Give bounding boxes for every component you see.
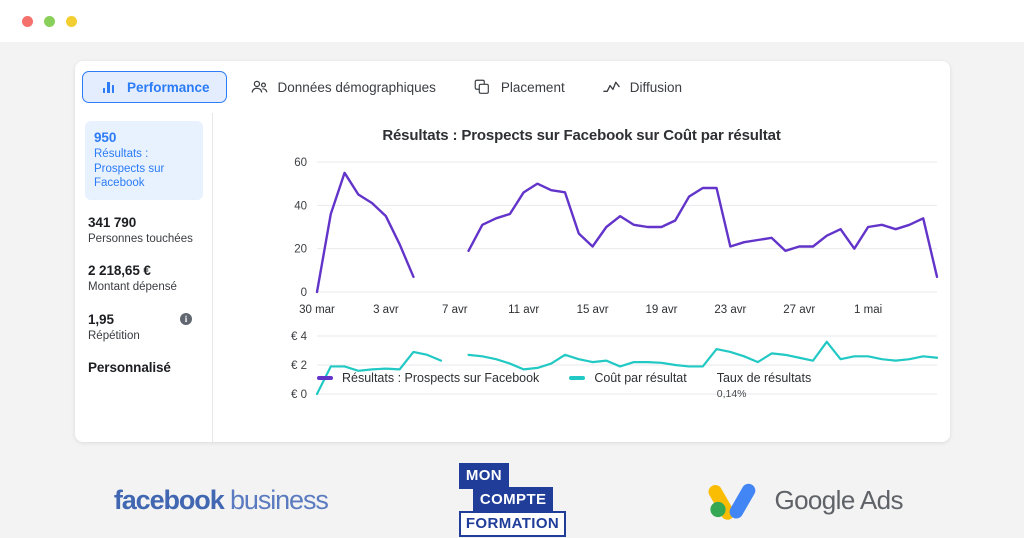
metric-frequency-label: Répétition [88, 329, 140, 342]
chart-pane: Résultats : Prospects sur Facebook sur C… [213, 113, 950, 442]
tab-demographics[interactable]: Données démographiques [236, 71, 450, 103]
window-title-bar [0, 0, 1024, 42]
result-rate-value: 0,14% [716, 388, 747, 400]
legend-label-results: Résultats : Prospects sur Facebook [342, 371, 540, 385]
mcf-line-3: FORMATION [458, 511, 567, 537]
tab-bar: Performance Données démographiques Place… [75, 61, 950, 113]
x-axis-tick-label: 11 avr [508, 304, 539, 316]
google-ads-mark-icon [705, 475, 761, 526]
line-chart-icon [602, 78, 621, 97]
y-axis-tick-label: 20 [294, 244, 307, 256]
chart-legend: Résultats : Prospects sur Facebook Coût … [213, 371, 950, 400]
mon-compte-formation-logo: MON COMPTE FORMATION [367, 463, 659, 537]
mcf-line-2: COMPTE [472, 487, 554, 513]
tab-demographics-label: Données démographiques [277, 79, 436, 95]
chart-svg[interactable]: 0204060€ 0€ 2€ 430 mar 3 avr 7 avr 11 avr 15… [213, 154, 950, 404]
tab-diffusion-label: Diffusion [629, 79, 682, 95]
x-axis-tick-label: 30 mar [299, 304, 335, 316]
info-icon[interactable]: i [180, 312, 192, 325]
metric-custom[interactable]: Personnalisé [88, 359, 206, 376]
x-axis-tick-label: 15 avr [577, 304, 609, 316]
x-axis-tick-label: 27 avr [783, 304, 815, 316]
facebook-business-logo: facebook business [75, 485, 367, 516]
tab-performance[interactable]: Performance [82, 71, 227, 103]
y-axis-tick-label: 0 [301, 287, 307, 299]
people-icon [250, 78, 269, 97]
legend-label-cost: Coût par résultat [594, 371, 687, 385]
metric-results-label: Résultats : Prospects sur Facebook [94, 148, 165, 189]
x-axis-tick-label: 19 avr [645, 304, 677, 316]
partner-logos: facebook business MON COMPTE FORMATION G… [75, 462, 950, 538]
metric-results[interactable]: 950 Résultats : Prospects sur Facebook [85, 121, 203, 200]
legend-swatch-cost [569, 376, 586, 380]
performance-card: Performance Données démographiques Place… [75, 61, 950, 442]
metric-amount-spent-value: 2 218,65 € [88, 263, 151, 278]
metric-amount-spent-label: Montant dépensé [88, 281, 177, 293]
legend-swatch-results [317, 376, 333, 380]
metric-reach[interactable]: 341 790 Personnes touchées [88, 214, 206, 247]
tab-placement-label: Placement [500, 79, 565, 95]
window-close-button[interactable] [22, 15, 33, 27]
window-minimize-button[interactable] [44, 15, 55, 27]
chart-title: Résultats : Prospects sur Facebook sur C… [382, 127, 781, 144]
x-axis-tick-label: 3 avr [373, 304, 399, 316]
metric-reach-value: 341 790 [88, 214, 137, 230]
metric-reach-label: Personnes touchées [88, 232, 193, 245]
page-canvas: Performance Données démographiques Place… [0, 42, 1024, 538]
facebook-wordmark-bold: facebook [113, 484, 225, 515]
tab-placement[interactable]: Placement [459, 71, 579, 103]
x-axis-tick-label: 1 mai [854, 304, 882, 316]
x-axis-tick-label: 7 avr [442, 304, 468, 316]
result-rate-stat: Taux de résultats 0,14% [717, 371, 812, 400]
y-axis-tick-label: 60 [294, 157, 307, 169]
tab-performance-label: Performance [127, 79, 210, 95]
mcf-line-1: MON [458, 463, 510, 489]
metrics-sidebar: 950 Résultats : Prospects sur Facebook 3… [75, 113, 213, 442]
metric-amount-spent[interactable]: 2 218,65 € Montant dépensé [88, 262, 206, 295]
window-maximize-button[interactable] [66, 15, 77, 27]
facebook-wordmark-regular: business [223, 484, 329, 515]
card-body: 950 Résultats : Prospects sur Facebook 3… [75, 113, 950, 442]
metric-results-value: 950 [94, 130, 117, 145]
metric-custom-label: Personnalisé [88, 360, 171, 375]
google-ads-logo: Google Ads [658, 475, 950, 526]
y-axis-tick-label: 40 [294, 200, 307, 212]
series-line[interactable] [315, 171, 415, 294]
tab-diffusion[interactable]: Diffusion [588, 71, 696, 103]
result-rate-title: Taux de résultats [716, 371, 812, 385]
metric-frequency[interactable]: 1,95 Répétition i [88, 311, 206, 344]
x-axis-tick-label: 23 avr [714, 304, 746, 316]
series-line[interactable] [467, 182, 939, 279]
google-ads-wordmark: Google Ads [774, 484, 903, 515]
legend-item-cost[interactable]: Coût par résultat [569, 371, 687, 385]
bar-chart-icon [99, 78, 118, 97]
legend-item-results[interactable]: Résultats : Prospects sur Facebook [317, 371, 539, 385]
layers-icon [473, 78, 492, 97]
y-axis-tick-label: € 4 [291, 331, 308, 343]
